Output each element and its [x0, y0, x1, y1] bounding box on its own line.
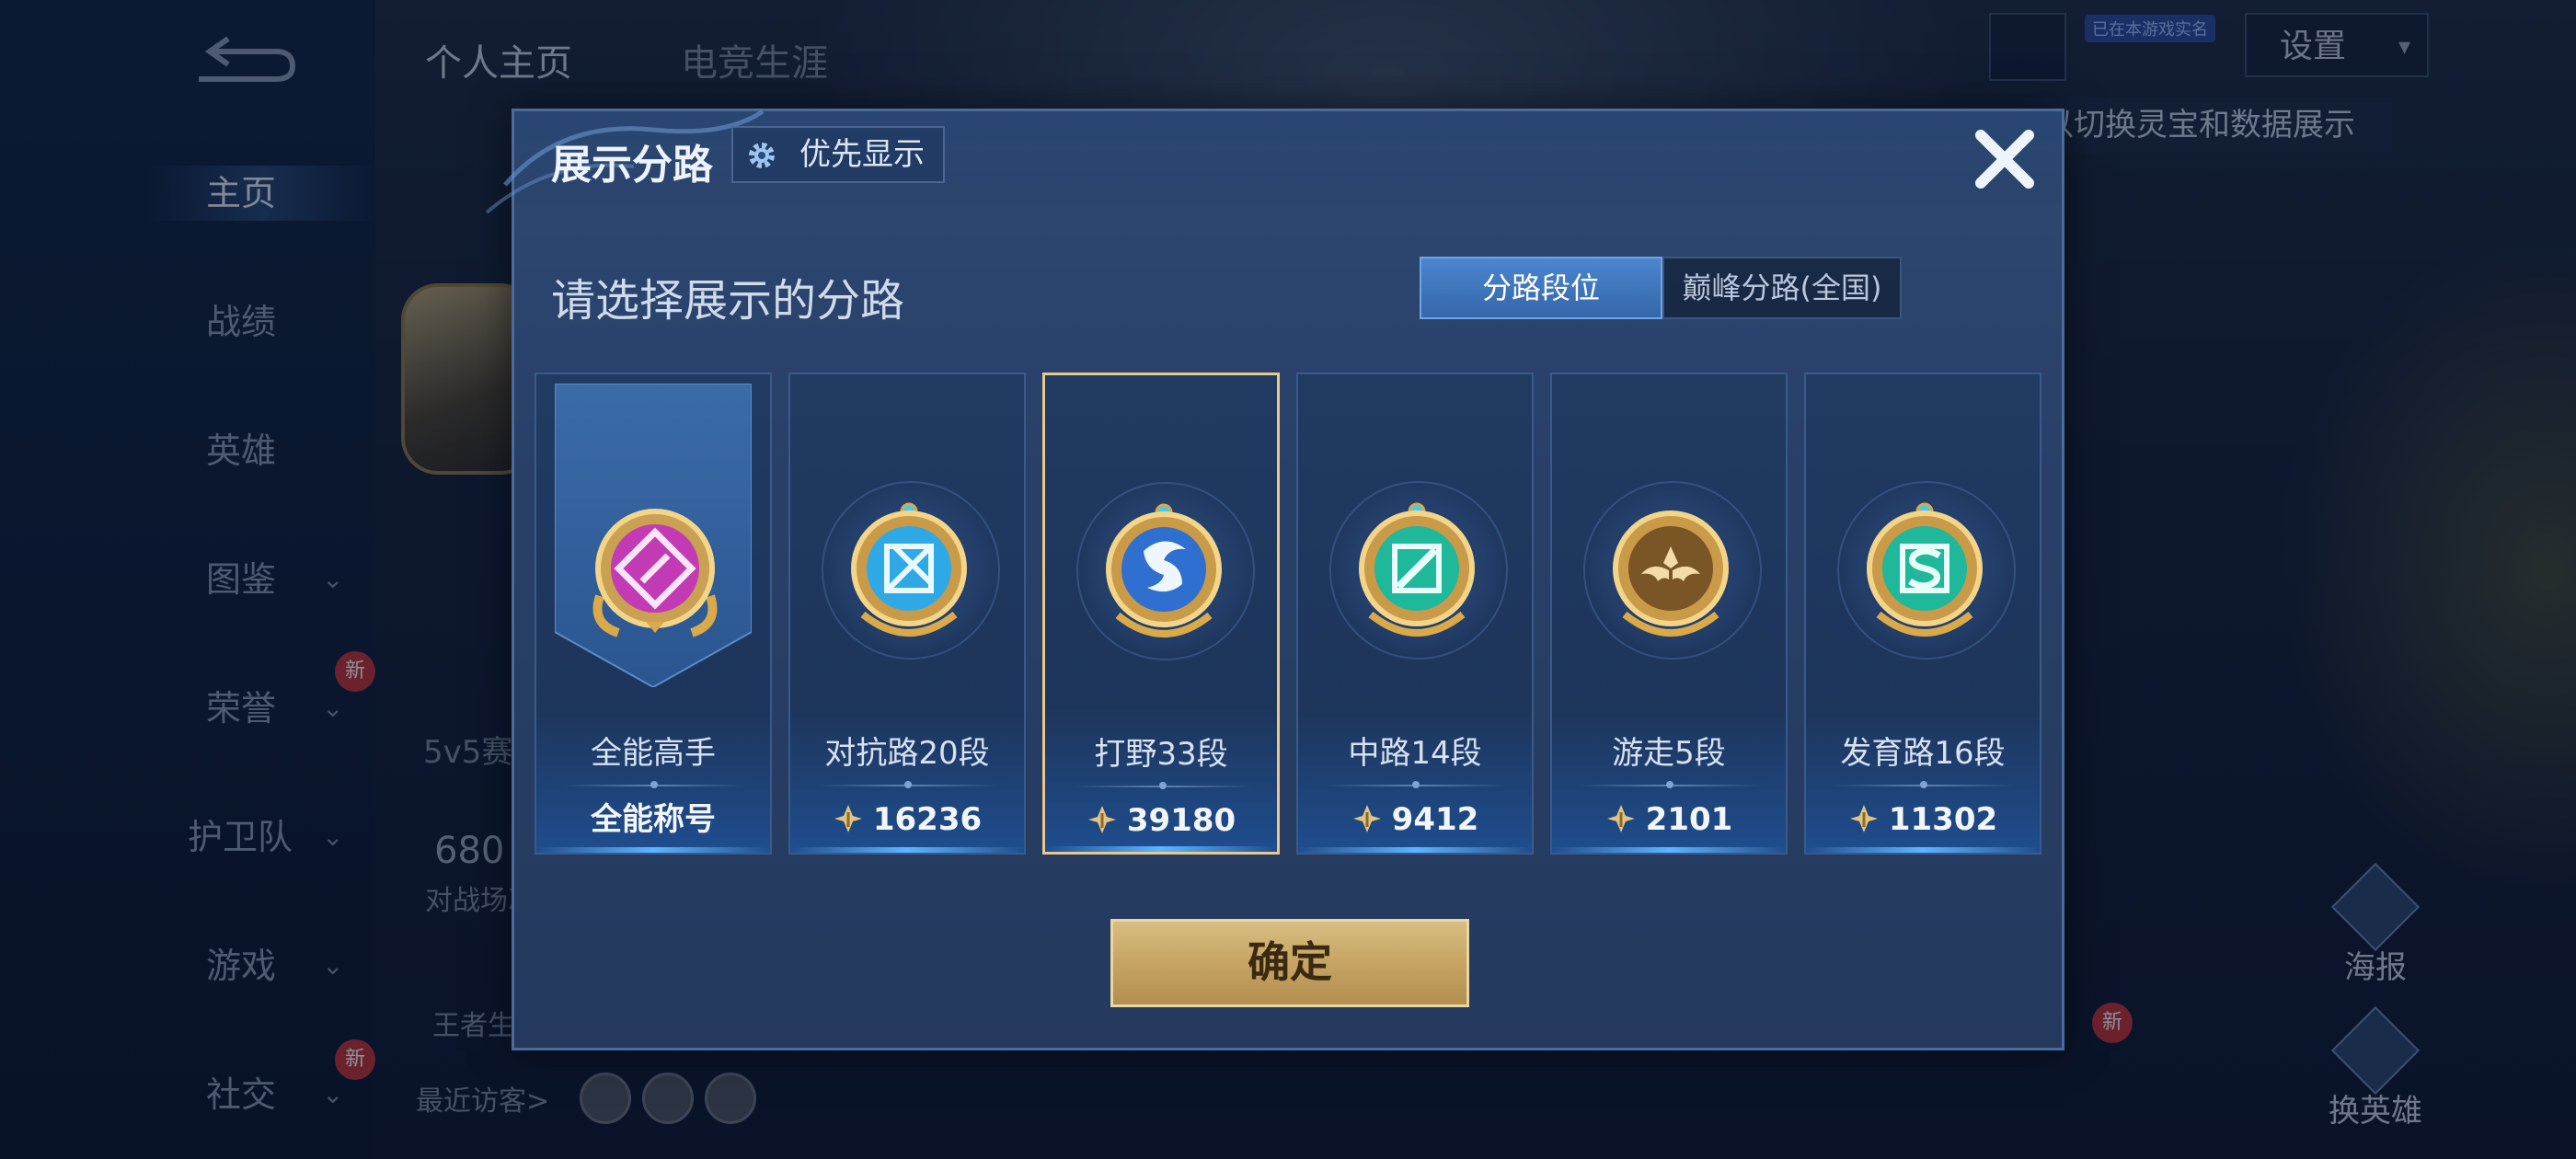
lane-card-clash[interactable]: 对抗路20段 16236: [788, 373, 1026, 855]
lane-name: 发育路16段: [1840, 735, 2006, 772]
lane-display-dialog: 展示分路 优先显示 请选择展示的分路 分路段位 巅峰分路(全国) 全能高手 全能…: [485, 109, 2064, 1050]
tab-peak-lane[interactable]: 巅峰分路(全国): [1662, 257, 1902, 319]
lane-points-value: 11302: [1888, 801, 1998, 838]
lane-card-all-round[interactable]: 全能高手 全能称号: [535, 373, 772, 855]
lane-points: 16236: [790, 794, 1024, 845]
wings-roam-emblem-icon: [1613, 511, 1729, 637]
dragon-jungle-emblem-icon: [1106, 503, 1222, 637]
lane-points-value: 2101: [1645, 801, 1733, 838]
priority-display-label: 优先显示: [799, 136, 925, 173]
card-divider: [1580, 781, 1760, 788]
lane-title-value: 全能称号: [591, 801, 716, 838]
card-divider: [1834, 781, 2014, 788]
points-icon: [834, 805, 862, 832]
dialog-subtitle: 请选择展示的分路: [551, 275, 905, 327]
tab-lane-rank[interactable]: 分路段位: [1420, 257, 1662, 319]
lane-points: 9412: [1298, 794, 1532, 845]
card-divider: [1073, 782, 1253, 789]
lane-points-value: 16236: [872, 801, 983, 838]
farm-lane-emblem-icon: [1867, 502, 1983, 637]
points-icon: [1087, 806, 1116, 833]
lane-points-value: 39180: [1126, 802, 1236, 839]
card-divider: [818, 781, 998, 788]
points-icon: [1849, 805, 1878, 832]
lane-name: 打野33段: [1094, 736, 1228, 773]
card-divider: [564, 781, 744, 788]
close-icon[interactable]: [1970, 124, 2040, 194]
lane-points: 39180: [1045, 795, 1277, 846]
lane-card-jungle[interactable]: 打野33段 39180: [1042, 373, 1280, 855]
lane-points-value: 9412: [1391, 801, 1479, 838]
mid-lane-emblem-icon: [1359, 502, 1475, 637]
lane-card-farm[interactable]: 发育路16段 11302: [1804, 373, 2041, 855]
lane-name: 游走5段: [1612, 735, 1726, 772]
lane-card-roam[interactable]: 游走5段 2101: [1550, 373, 1788, 855]
card-divider: [1326, 781, 1506, 788]
dialog-title: 展示分路: [551, 142, 713, 189]
omni-emblem-icon: [592, 509, 718, 637]
points-icon: [1352, 805, 1381, 832]
lane-name: 全能高手: [591, 735, 716, 772]
lane-name: 对抗路20段: [824, 735, 990, 772]
lane-points: 11302: [1806, 794, 2040, 845]
gear-icon: [749, 143, 775, 168]
lane-points: 2101: [1552, 794, 1786, 845]
lane-name: 中路14段: [1348, 735, 1482, 772]
priority-display-button[interactable]: 优先显示: [731, 126, 945, 183]
points-icon: [1606, 805, 1635, 832]
lane-card-mid[interactable]: 中路14段 9412: [1296, 373, 1534, 855]
confirm-button[interactable]: 确定: [1110, 919, 1469, 1007]
sword-lane-emblem-icon: [851, 502, 967, 637]
